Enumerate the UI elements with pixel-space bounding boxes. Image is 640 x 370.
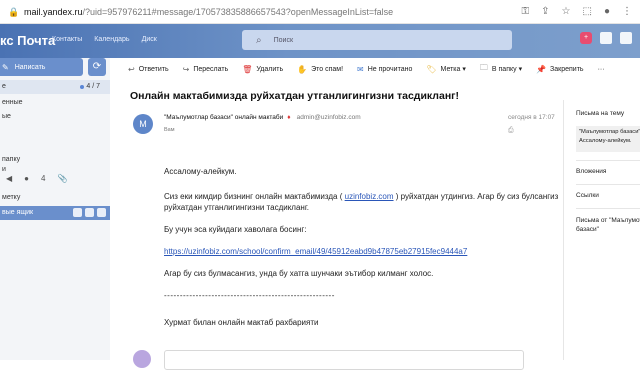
greeting: Ассалому-алейкум. bbox=[164, 167, 237, 176]
sidebar-item-deleted[interactable]: ые bbox=[0, 110, 110, 124]
avatar[interactable]: М bbox=[133, 114, 153, 134]
message-body: Ассалому-алейкум. Сиз еки кимдир бизнинг… bbox=[164, 166, 564, 339]
tile-icon[interactable] bbox=[85, 208, 94, 217]
body-paragraph-1: Сиз еки кимдир бизнинг онлайн мактабимиз… bbox=[164, 192, 559, 212]
site-link[interactable]: uzinfobiz.com bbox=[345, 192, 394, 201]
share-icon[interactable]: ⇪ bbox=[541, 6, 549, 17]
sender[interactable]: "Маълумотлар базаси" онлайн мактаби ♦ admi… bbox=[164, 114, 361, 121]
message-toolbar: ↩ Ответить ↪ Переслать 🗑 Удалить ✋ Это спам!… bbox=[128, 58, 606, 80]
forward-icon: ↪ bbox=[182, 64, 190, 74]
search-input[interactable]: ⌕ Поиск bbox=[242, 30, 512, 50]
sidebar: ✎ Написать ⟳ е 4 / 7 енные ые папку и ◀ … bbox=[0, 58, 110, 360]
folder-icon: 🗀 bbox=[479, 63, 488, 72]
message-date: сегодня в 17:07 bbox=[508, 114, 555, 121]
thread-card[interactable]: "Маълумотлар базаси" Ассалому-алейкум. bbox=[576, 126, 640, 152]
forward-button[interactable]: ↪ Переслать bbox=[183, 65, 229, 74]
label-icon: 🏷 bbox=[426, 64, 437, 74]
pen-icon: ✎ bbox=[2, 62, 9, 72]
links-heading[interactable]: Ссылки bbox=[576, 192, 599, 199]
delete-button[interactable]: 🗑 Удалить bbox=[242, 65, 283, 74]
body-paragraph-3: Агар бу сиз булмасангиз, унда бу хатга ш… bbox=[164, 269, 434, 278]
more-button[interactable]: ··· bbox=[598, 66, 605, 73]
star-icon[interactable]: ☆ bbox=[562, 6, 571, 17]
label-button[interactable]: 🏷 Метка ▾ bbox=[426, 65, 466, 74]
from-sender-heading[interactable]: Письма от "Маълумотлар базаси" bbox=[576, 216, 640, 234]
trash-icon: 🗑 bbox=[242, 64, 253, 74]
move-folder-button[interactable]: 🗀 В папку ▾ bbox=[480, 62, 522, 76]
attachment-icon[interactable]: 📎 bbox=[57, 174, 67, 183]
menu-icon[interactable]: ⋮ bbox=[622, 6, 632, 17]
pin-button[interactable]: 📌 Закрепить bbox=[536, 65, 584, 74]
spam-icon: ✋ bbox=[297, 64, 308, 74]
attachments-heading[interactable]: Вложения bbox=[576, 168, 606, 175]
nav-disk[interactable]: Диск bbox=[142, 36, 157, 43]
profile-icon[interactable]: ● bbox=[604, 6, 610, 17]
thread-title: Письма на тему bbox=[576, 110, 625, 117]
body-paragraph-2: Бу учун эса куйидаги хаволага босинг: bbox=[164, 225, 307, 234]
sidebar-item-create-label[interactable]: метку bbox=[0, 191, 110, 205]
lock-icon[interactable]: 🔒 bbox=[8, 7, 19, 17]
reply-icon: ↩ bbox=[128, 64, 135, 74]
unread-button[interactable]: ✉ Не прочитано bbox=[357, 65, 412, 74]
notifications-icon[interactable]: + bbox=[580, 32, 592, 44]
my-avatar bbox=[133, 350, 151, 368]
search-icon: ⌕ bbox=[256, 34, 262, 46]
sidebar-filters: ◀ ● 4 📎 bbox=[6, 173, 68, 183]
print-icon[interactable]: ⎙ bbox=[508, 127, 514, 135]
reply-button[interactable]: ↩ Ответить bbox=[128, 65, 169, 74]
sidebar-item-inbox[interactable]: е 4 / 7 bbox=[0, 80, 110, 94]
quick-reply-input[interactable] bbox=[164, 350, 524, 370]
sidebar-item-sent[interactable]: енные bbox=[0, 96, 110, 110]
right-panel: Письма на тему "Маълумотлар базаси" Асса… bbox=[563, 100, 640, 360]
tile-icon[interactable] bbox=[97, 208, 106, 217]
nav-contacts[interactable]: Контакты bbox=[52, 36, 82, 43]
refresh-button[interactable]: ⟳ bbox=[88, 58, 106, 76]
recipient[interactable]: Вам bbox=[164, 127, 175, 133]
apps-icon[interactable] bbox=[600, 32, 612, 44]
mail-header: кс Почта Контакты Календарь Диск ⌕ Поиск… bbox=[0, 24, 640, 58]
separator: ----------------------------------------… bbox=[164, 291, 335, 300]
unread-icon: ✉ bbox=[357, 64, 364, 74]
important-icon[interactable]: ◀ bbox=[6, 174, 12, 183]
yandex-mail-logo[interactable]: кс Почта bbox=[0, 33, 55, 48]
key-icon[interactable]: ⚿ bbox=[522, 6, 530, 17]
confirm-link[interactable]: https://uzinfobiz.com/school/confirm_ema… bbox=[164, 246, 564, 257]
browser-address-bar: 🔒 mail.yandex.ru/?uid=957976211#message/… bbox=[0, 0, 640, 24]
extensions-icon[interactable]: ⬚ bbox=[583, 6, 592, 17]
message-subject: Онлайн мактабимизда руйхатдан утганлигин… bbox=[130, 90, 460, 102]
verified-icon: ♦ bbox=[287, 114, 291, 121]
sidebar-item-spam[interactable] bbox=[0, 126, 110, 140]
unread-dot bbox=[80, 85, 84, 89]
spam-button[interactable]: ✋ Это спам! bbox=[297, 65, 343, 74]
settings-icon[interactable] bbox=[620, 32, 632, 44]
pin-icon: 📌 bbox=[536, 64, 547, 74]
unread-filter-icon[interactable]: ● bbox=[24, 174, 29, 183]
nav-calendar[interactable]: Календарь bbox=[94, 36, 129, 43]
sidebar-item-mailbox[interactable]: вые ящик bbox=[0, 206, 110, 220]
signature: Хурмат билан онлайн мактаб рахбарияти bbox=[164, 318, 319, 327]
compose-button[interactable]: ✎ Написать bbox=[0, 58, 83, 76]
gear-icon[interactable] bbox=[73, 208, 82, 217]
url-field[interactable]: mail.yandex.ru/?uid=957976211#message/17… bbox=[24, 7, 522, 17]
